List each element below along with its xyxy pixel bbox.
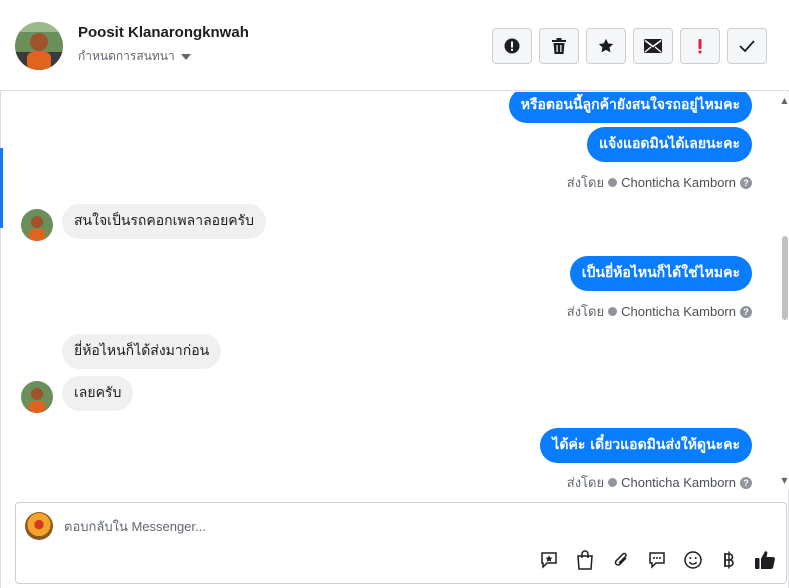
sent-by-prefix: ส่งโดย xyxy=(566,175,605,190)
help-icon[interactable]: ? xyxy=(740,176,752,189)
sent-by-prefix: ส่งโดย xyxy=(566,304,605,319)
shopping-bag-icon xyxy=(577,550,593,570)
baht-icon xyxy=(724,551,734,569)
saved-reply-button[interactable] xyxy=(538,549,560,571)
report-icon xyxy=(504,38,520,54)
help-icon[interactable]: ? xyxy=(740,305,752,318)
message-out[interactable]: เป็นยี่ห้อไหนก็ได้ใช่ไหมคะ xyxy=(569,256,752,291)
message-in[interactable]: ยี่ห้อไหนก็ได้ส่งมาก่อน xyxy=(62,334,222,369)
message-in[interactable]: สนใจเป็นรถคอกเพลาลอยครับ xyxy=(62,204,267,239)
mark-unread-button[interactable] xyxy=(633,28,673,64)
message-in[interactable]: เลยครับ xyxy=(62,376,134,411)
scroll-up-icon[interactable]: ▲ xyxy=(781,96,788,105)
sent-by-label: ส่งโดย Chonticha Kamborn ? xyxy=(567,472,752,490)
chat-bubble-icon xyxy=(649,552,665,569)
composer-toolbar xyxy=(538,549,776,571)
like-button[interactable] xyxy=(754,549,776,571)
saved-reply-icon xyxy=(541,552,557,569)
emoji-button[interactable] xyxy=(682,549,704,571)
message-out[interactable]: หรือตอนนี้ลูกค้ายังสนใจรถอยู่ไหมคะ xyxy=(508,92,752,123)
page-avatar xyxy=(25,512,53,540)
agent-name[interactable]: Chonticha Kamborn xyxy=(621,175,736,190)
conversation-settings-label: กำหนดการสนทนา xyxy=(78,49,175,63)
verified-icon xyxy=(608,478,618,487)
message-list: หรือตอนนี้ลูกค้ายังสนใจรถอยู่ไหมคะ แจ้งแ… xyxy=(0,92,789,490)
emoji-icon xyxy=(684,551,702,569)
message-out[interactable]: แจ้งแอดมินได้เลยนะคะ xyxy=(586,127,752,162)
trash-icon xyxy=(552,38,566,54)
delete-button[interactable] xyxy=(539,28,579,64)
mark-done-button[interactable] xyxy=(727,28,767,64)
conversation-settings[interactable]: กำหนดการสนทนา xyxy=(78,47,191,66)
scroll-down-icon[interactable]: ▼ xyxy=(781,476,788,485)
message-out[interactable]: ได้ค่ะ เดี๋ยวแอดมินส่งให้ดูนะคะ xyxy=(540,428,752,463)
thumbs-up-icon xyxy=(755,551,775,570)
report-button[interactable] xyxy=(492,28,532,64)
payment-button[interactable] xyxy=(718,549,740,571)
verified-icon xyxy=(608,178,618,187)
star-icon xyxy=(598,38,614,53)
verified-icon xyxy=(608,307,618,316)
sent-by-label: ส่งโดย Chonticha Kamborn ? xyxy=(567,172,752,193)
contact-avatar-small[interactable] xyxy=(21,381,53,413)
chat-button[interactable] xyxy=(646,549,668,571)
sent-by-label: ส่งโดย Chonticha Kamborn ? xyxy=(567,301,752,322)
envelope-icon xyxy=(644,39,662,53)
exclamation-icon xyxy=(698,39,702,54)
check-icon xyxy=(739,40,755,52)
shop-button[interactable] xyxy=(574,549,596,571)
header-actions xyxy=(492,28,767,64)
contact-name[interactable]: Poosit Klanarongknwah xyxy=(78,24,249,41)
sent-by-prefix: ส่งโดย xyxy=(566,475,605,490)
spam-button[interactable] xyxy=(680,28,720,64)
reply-input[interactable] xyxy=(64,515,724,537)
contact-avatar-small[interactable] xyxy=(21,209,53,241)
help-icon[interactable]: ? xyxy=(740,476,752,489)
attach-button[interactable] xyxy=(610,549,632,571)
contact-avatar[interactable] xyxy=(15,22,63,70)
reply-composer xyxy=(15,502,787,584)
agent-name[interactable]: Chonticha Kamborn xyxy=(621,475,736,490)
star-button[interactable] xyxy=(586,28,626,64)
conversation-header: Poosit Klanarongknwah กำหนดการสนทนา xyxy=(0,0,789,91)
paperclip-icon xyxy=(614,552,627,566)
scrollbar-thumb[interactable] xyxy=(782,236,788,320)
caret-down-icon xyxy=(180,54,191,60)
agent-name[interactable]: Chonticha Kamborn xyxy=(621,304,736,319)
